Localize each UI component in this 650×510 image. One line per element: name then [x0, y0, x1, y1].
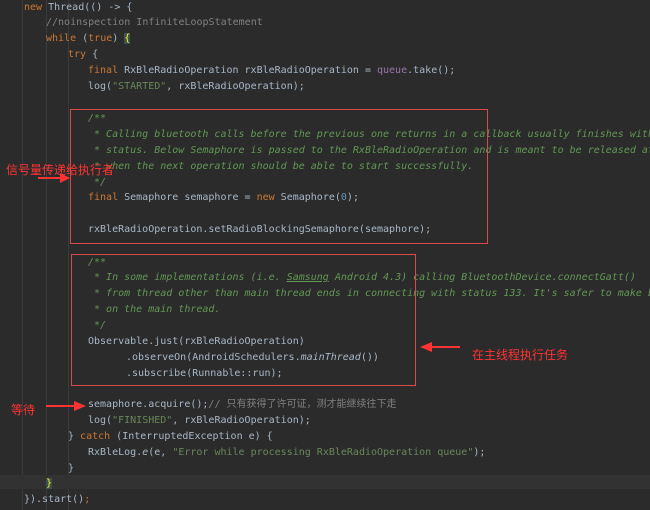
semaphore-highlight-box — [70, 109, 488, 244]
main-thread-annotation: 在主线程执行任务 — [472, 348, 569, 362]
code-line-28: }).start(); — [24, 494, 91, 505]
code-line-1: new Thread(() -> { — [24, 2, 133, 13]
code-line-22: semaphore.acquire();// 只有获得了许可证，测才能继续往下走 — [88, 399, 397, 410]
indent-guide — [22, 0, 23, 510]
code-line-23: log("FINISHED", rxBleRadioOperation); — [88, 415, 311, 426]
code-line-5: final RxBleRadioOperation rxBleRadioOper… — [88, 65, 456, 76]
main-thread-highlight-box — [71, 254, 416, 386]
code-line-25: RxBleLog.e(e, "Error while processing Rx… — [88, 447, 486, 458]
arrow-right-icon — [38, 173, 70, 183]
code-editor[interactable]: new Thread(() -> { //noinspection Infini… — [0, 0, 650, 510]
indent-guide — [46, 0, 47, 510]
code-line-4: try { — [68, 49, 99, 60]
wait-annotation: 等待 — [11, 403, 36, 417]
arrow-right-icon — [46, 401, 86, 411]
code-line-24: } catch (InterruptedException e) { — [68, 431, 273, 442]
code-line-26: } — [68, 463, 75, 474]
code-line-2: //noinspection InfiniteLoopStatement — [46, 17, 263, 28]
arrow-left-icon — [420, 342, 460, 352]
code-line-27: } — [46, 478, 53, 489]
code-line-3: while (true) { — [46, 33, 131, 44]
current-line-highlight — [0, 475, 650, 489]
code-line-6: log("STARTED", rxBleRadioOperation); — [88, 81, 305, 92]
